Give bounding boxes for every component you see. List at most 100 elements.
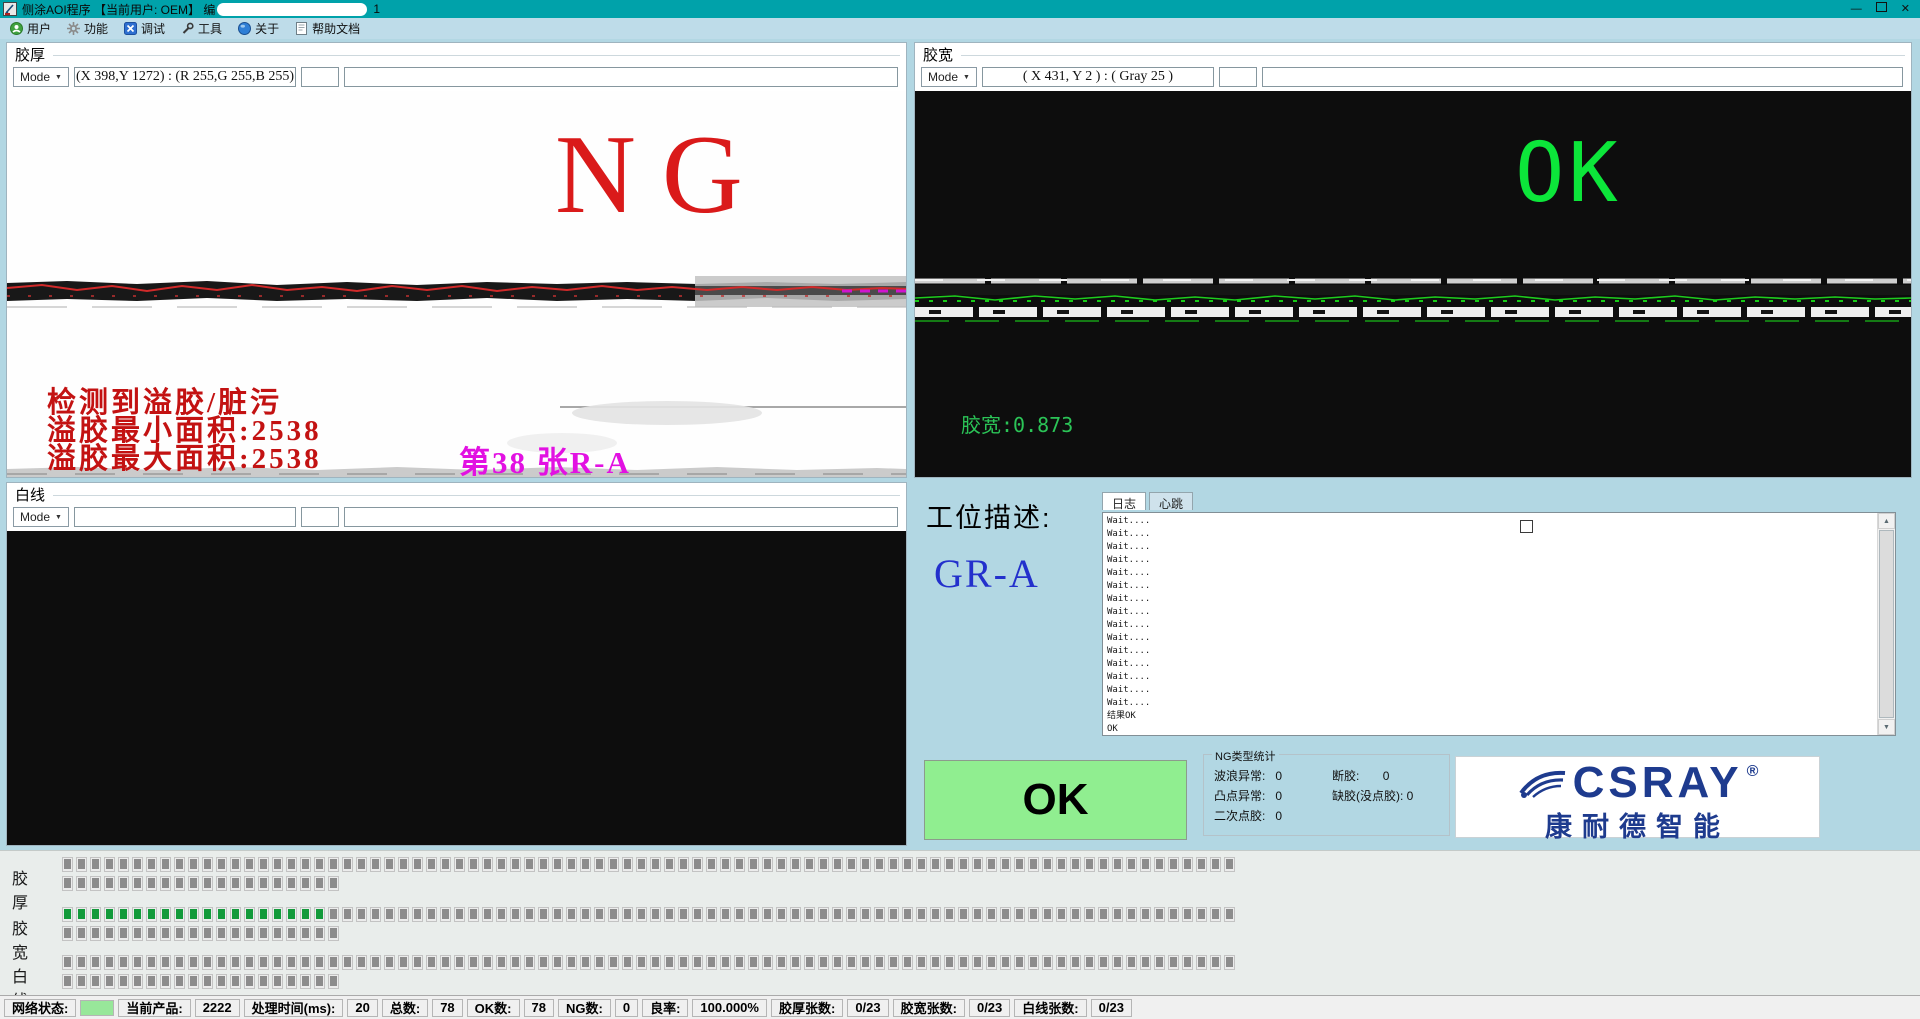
- mode-dropdown[interactable]: Mode ▼: [13, 507, 69, 527]
- indicator-cell: [818, 955, 829, 970]
- indicator-cell: [790, 857, 801, 872]
- mode-dropdown[interactable]: Mode ▼: [921, 67, 977, 87]
- glue-thickness-image[interactable]: NG 检测到溢胶/脏污 溢胶最小面积:2538 溢胶最大面积:2538 第38 …: [7, 91, 906, 477]
- log-content[interactable]: Wait....Wait....Wait....Wait....Wait....…: [1104, 514, 1877, 734]
- indicator-cell: [160, 974, 171, 989]
- statusbar-field-label: 总数:: [382, 999, 428, 1017]
- indicator-cell: [958, 907, 969, 922]
- indicator-cell: [342, 857, 353, 872]
- indicator-cell: [510, 857, 521, 872]
- indicator-cell: [1084, 907, 1095, 922]
- indicator-cell: [846, 955, 857, 970]
- mode-dropdown[interactable]: Mode ▼: [13, 67, 69, 87]
- indicator-cell: [62, 955, 73, 970]
- statusbar-field-value: 0: [615, 999, 638, 1017]
- tab-heartbeat[interactable]: 心跳: [1149, 492, 1193, 510]
- indicator-cell: [692, 955, 703, 970]
- registered-mark: ®: [1747, 763, 1759, 781]
- close-button[interactable]: ✕: [1901, 0, 1910, 18]
- menu-item-user[interactable]: 用户: [6, 19, 63, 38]
- indicator-label: 胶宽: [12, 915, 29, 963]
- indicator-cell: [860, 907, 871, 922]
- title-rule: [53, 55, 900, 56]
- log-line: Wait....: [1107, 567, 1874, 580]
- panel-title-text: 胶宽: [923, 44, 953, 65]
- measure-text: 胶宽:0.873: [961, 409, 1073, 438]
- indicator-cell: [888, 907, 899, 922]
- indicator-cell: [1182, 857, 1193, 872]
- indicator-cell: [272, 974, 283, 989]
- tab-log[interactable]: 日志: [1102, 492, 1146, 510]
- menu-label: 用户: [27, 20, 51, 37]
- indicator-cell: [818, 907, 829, 922]
- indicator-cell-green: [76, 907, 87, 922]
- indicator-cell: [132, 955, 143, 970]
- indicator-cell: [622, 907, 633, 922]
- statusbar-field-value: 78: [432, 999, 462, 1017]
- indicator-cell: [1098, 955, 1109, 970]
- indicator-cell: [202, 974, 213, 989]
- indicator-cell: [580, 857, 591, 872]
- indicator-cell: [762, 857, 773, 872]
- indicator-cell: [426, 857, 437, 872]
- indicator-cell: [356, 857, 367, 872]
- glue-width-image[interactable]: OK 胶宽:0.873: [915, 91, 1911, 477]
- window-title: 侧涂AOI程序 【当前用户: OEM】 编: [22, 1, 215, 18]
- log-checkbox[interactable]: [1520, 520, 1533, 533]
- indicator-cell: [412, 857, 423, 872]
- indicator-cell: [552, 857, 563, 872]
- frame-label: 第38 张R-A: [459, 437, 631, 477]
- indicator-cell: [832, 907, 843, 922]
- indicator-cell: [1014, 955, 1025, 970]
- indicator-cell: [1210, 857, 1221, 872]
- menu-item-function[interactable]: 功能: [63, 19, 120, 38]
- scroll-up-icon[interactable]: ▲: [1878, 513, 1895, 529]
- ng-stats-title: NG类型统计: [1212, 748, 1279, 764]
- indicator-cell: [720, 857, 731, 872]
- indicator-cell: [874, 907, 885, 922]
- indicator-cell: [1182, 907, 1193, 922]
- menu-label: 工具: [198, 20, 222, 37]
- menu-item-help[interactable]: 帮助文档: [291, 19, 372, 38]
- log-scrollbar[interactable]: ▲ ▼: [1877, 513, 1895, 735]
- indicator-cell: [1028, 857, 1039, 872]
- indicator-cell: [412, 907, 423, 922]
- menu-item-tools[interactable]: 工具: [177, 19, 234, 38]
- indicator-cell: [62, 974, 73, 989]
- app-window: 侧涂AOI程序 【当前用户: OEM】 编 1 — ✕ 用户 功能 调试 工具 …: [0, 0, 1920, 1019]
- scroll-down-icon[interactable]: ▼: [1878, 719, 1895, 735]
- indicator-row: [62, 907, 1238, 923]
- station-description-label: 工位描述:: [926, 496, 1052, 535]
- indicator-cell: [734, 907, 745, 922]
- white-line-panel: 白线 Mode ▼: [6, 482, 907, 846]
- indicator-cell: [258, 857, 269, 872]
- indicator-cell: [216, 955, 227, 970]
- indicator-cell: [118, 926, 129, 941]
- menu-label: 帮助文档: [312, 20, 360, 37]
- indicator-cell: [1196, 955, 1207, 970]
- menu-item-debug[interactable]: 调试: [120, 19, 177, 38]
- indicator-cell: [1224, 955, 1235, 970]
- aux-field-long: [344, 507, 898, 527]
- indicator-cell: [216, 876, 227, 891]
- indicator-cell: [160, 926, 171, 941]
- indicator-cell: [1042, 857, 1053, 872]
- maximize-button[interactable]: [1876, 0, 1887, 18]
- indicator-cell: [160, 955, 171, 970]
- scrollbar-thumb[interactable]: [1879, 530, 1894, 718]
- minimize-button[interactable]: —: [1851, 0, 1862, 18]
- indicator-cell: [1000, 955, 1011, 970]
- result-text-ok: OK: [1515, 133, 1622, 215]
- brand-logo-box: CSRAY ® 康耐德智能: [1455, 756, 1820, 838]
- indicator-cell: [244, 857, 255, 872]
- log-line: Wait....: [1107, 619, 1874, 632]
- indicator-cell: [258, 974, 269, 989]
- indicator-cell: [216, 974, 227, 989]
- indicator-cell-green: [174, 907, 185, 922]
- brand-subtitle: 康耐德智能: [1456, 805, 1819, 844]
- ng-stats-group: NG类型统计 波浪异常: 0 凸点异常: 0 二次点胶: 0 断胶: 0 缺胶(…: [1203, 754, 1450, 836]
- white-line-image[interactable]: [7, 531, 906, 845]
- indicator-cell: [1196, 857, 1207, 872]
- menu-item-about[interactable]: 关于: [234, 19, 291, 38]
- aux-field-long: [344, 67, 898, 87]
